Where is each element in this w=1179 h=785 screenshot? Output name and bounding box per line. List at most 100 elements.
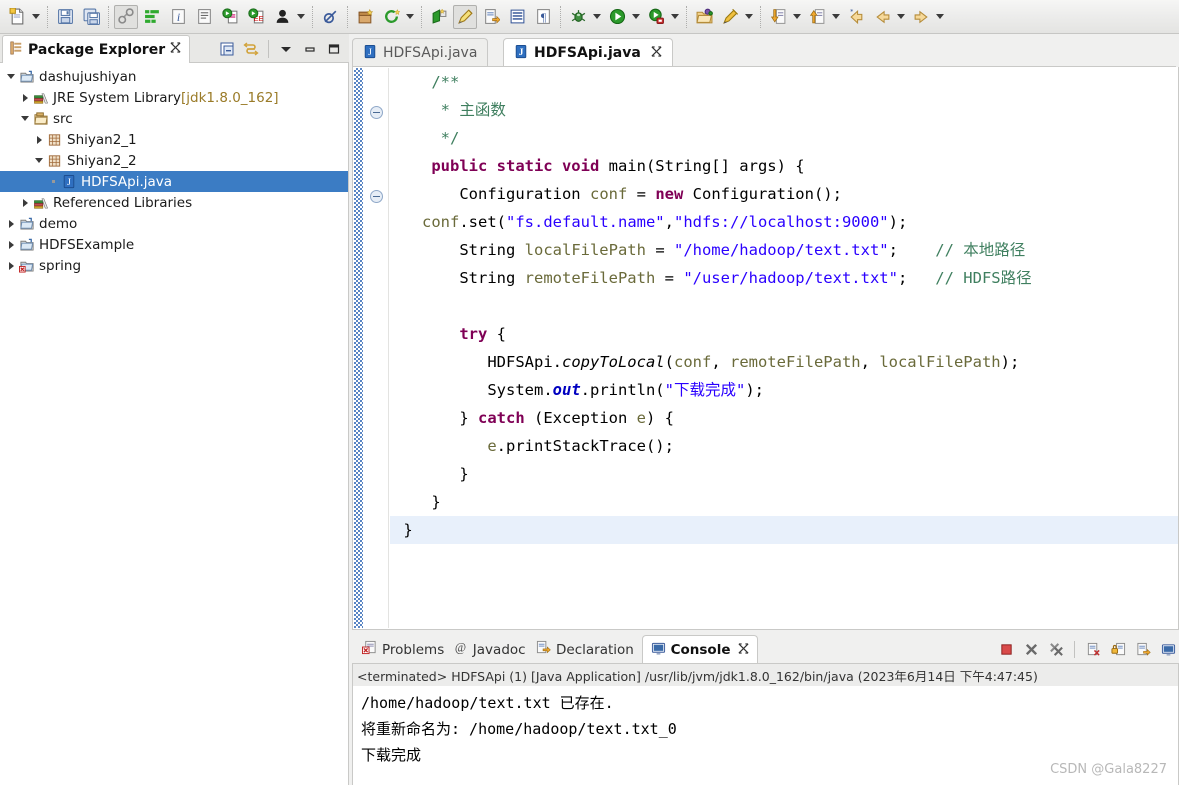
view-menu-button[interactable]: [275, 38, 297, 60]
minimize-button[interactable]: [299, 38, 321, 60]
highlight-pencil-button[interactable]: [453, 4, 477, 29]
save-button[interactable]: [53, 5, 77, 29]
run-dropdown[interactable]: [630, 5, 642, 29]
source-code[interactable]: /** * 主函数 */ public static void main(Str…: [390, 68, 1178, 544]
tree-item[interactable]: spring: [0, 255, 348, 276]
code-line[interactable]: */: [390, 124, 1178, 152]
editor-tab[interactable]: J HDFSApi.java: [503, 38, 673, 67]
code-line[interactable]: conf.set("fs.default.name","hdfs://local…: [390, 208, 1178, 236]
tree-item[interactable]: Referenced Libraries: [0, 192, 348, 213]
fold-collapse-icon[interactable]: [370, 190, 383, 203]
previous-annotation-button[interactable]: [805, 5, 829, 29]
code-line[interactable]: * 主函数: [390, 96, 1178, 124]
tree-item[interactable]: HDFSExample: [0, 234, 348, 255]
chevron-down-icon[interactable]: [4, 66, 18, 87]
back-button[interactable]: [870, 5, 894, 29]
save-all-button[interactable]: [79, 5, 103, 29]
package-explorer-tree-body[interactable]: dashujushiyan JRE System Library [jdk1.8.…: [0, 63, 349, 785]
person-dropdown[interactable]: [295, 5, 307, 29]
new-package-button[interactable]: [353, 5, 377, 29]
code-line[interactable]: Configuration conf = new Configuration()…: [390, 180, 1178, 208]
next-annotation-button[interactable]: [766, 5, 790, 29]
show-view-button[interactable]: [505, 5, 529, 29]
chevron-right-icon[interactable]: [4, 255, 18, 276]
code-line[interactable]: System.out.println("下载完成");: [390, 376, 1178, 404]
tab-package-explorer[interactable]: Package Explorer: [2, 35, 191, 63]
remove-launch-button[interactable]: [1020, 639, 1042, 661]
external-tools-dropdown[interactable]: [404, 5, 416, 29]
code-line[interactable]: e.printStackTrace();: [390, 432, 1178, 460]
run-external-button[interactable]: [644, 5, 668, 29]
code-line[interactable]: HDFSApi.copyToLocal(conf, remoteFilePath…: [390, 348, 1178, 376]
close-icon[interactable]: [170, 42, 181, 57]
open-type-button[interactable]: [218, 5, 242, 29]
terminate-button[interactable]: [995, 639, 1017, 661]
chevron-down-icon[interactable]: [18, 108, 32, 129]
scroll-lock-button[interactable]: [1107, 639, 1129, 661]
tree-item[interactable]: dashujushiyan: [0, 66, 348, 87]
bottom-panel-tab[interactable]: Declaration: [528, 635, 642, 664]
editor-tab[interactable]: J HDFSApi.java: [352, 38, 489, 67]
tree-item[interactable]: Shiyan2_1: [0, 129, 348, 150]
skip-breakpoints-button[interactable]: [318, 5, 342, 29]
pilcrow-button[interactable]: ¶: [531, 5, 555, 29]
chevron-right-icon[interactable]: [18, 192, 32, 213]
new-java-project-button[interactable]: [427, 5, 451, 29]
person-button[interactable]: [270, 5, 294, 29]
code-line[interactable]: }: [390, 460, 1178, 488]
console-output[interactable]: /home/hadoop/text.txt 已存在. 将重新命名为: /home/…: [352, 686, 1179, 785]
collapse-all-button[interactable]: [216, 38, 238, 60]
code-line[interactable]: public static void main(String[] args) {: [390, 152, 1178, 180]
open-declaration-button[interactable]: [479, 5, 503, 29]
tree-item[interactable]: demo: [0, 213, 348, 234]
clear-console-button[interactable]: [1082, 639, 1104, 661]
tree-item[interactable]: Shiyan2_2: [0, 150, 348, 171]
previous-annotation-dropdown[interactable]: [830, 5, 842, 29]
maximize-button[interactable]: [323, 38, 345, 60]
fold-collapse-icon[interactable]: [370, 106, 383, 119]
code-line[interactable]: }: [390, 516, 1178, 544]
run-button[interactable]: [605, 5, 629, 29]
chevron-down-icon[interactable]: [32, 150, 46, 171]
java-editor[interactable]: /** * 主函数 */ public static void main(Str…: [352, 67, 1179, 630]
chevron-right-icon[interactable]: [4, 234, 18, 255]
remove-all-terminated-button[interactable]: [1045, 639, 1067, 661]
chevron-right-icon[interactable]: [32, 129, 46, 150]
chevron-right-icon[interactable]: [18, 87, 32, 108]
code-line[interactable]: /**: [390, 68, 1178, 96]
code-line[interactable]: String remoteFilePath = "/user/hadoop/te…: [390, 264, 1178, 292]
debug-dropdown[interactable]: [591, 5, 603, 29]
open-folder-button[interactable]: [692, 5, 716, 29]
search-dropdown[interactable]: [743, 5, 755, 29]
tree-item[interactable]: src: [0, 108, 348, 129]
code-line[interactable]: } catch (Exception e) {: [390, 404, 1178, 432]
chevron-right-icon[interactable]: [4, 213, 18, 234]
new-file-button[interactable]: [5, 5, 29, 29]
display-console-button[interactable]: [1157, 639, 1179, 661]
bottom-panel-tab[interactable]: Problems: [354, 635, 452, 664]
debug-button[interactable]: [566, 5, 590, 29]
code-line[interactable]: }: [390, 488, 1178, 516]
link-with-editor-button[interactable]: [114, 4, 138, 29]
code-line[interactable]: [390, 292, 1178, 320]
java-info-button[interactable]: i: [166, 5, 190, 29]
back-dropdown[interactable]: [895, 5, 907, 29]
pin-console-button[interactable]: [1132, 639, 1154, 661]
open-task-button[interactable]: EE: [244, 5, 268, 29]
forward-button[interactable]: [909, 5, 933, 29]
last-edit-location-button[interactable]: *: [844, 5, 868, 29]
bottom-panel-tab[interactable]: @ Javadoc: [445, 635, 534, 664]
close-icon[interactable]: [738, 642, 749, 658]
folding-ruler[interactable]: [363, 68, 389, 628]
code-line[interactable]: try {: [390, 320, 1178, 348]
code-line[interactable]: String localFilePath = "/home/hadoop/tex…: [390, 236, 1178, 264]
block-comment-button[interactable]: [192, 5, 216, 29]
forward-dropdown[interactable]: [934, 5, 946, 29]
link-with-editor-button[interactable]: [240, 38, 262, 60]
next-annotation-dropdown[interactable]: [791, 5, 803, 29]
new-file-dropdown[interactable]: [30, 5, 42, 29]
external-tools-button[interactable]: [379, 5, 403, 29]
mark-occurrences-button[interactable]: [140, 5, 164, 29]
search-pen-button[interactable]: [718, 5, 742, 29]
close-icon[interactable]: [651, 45, 662, 61]
